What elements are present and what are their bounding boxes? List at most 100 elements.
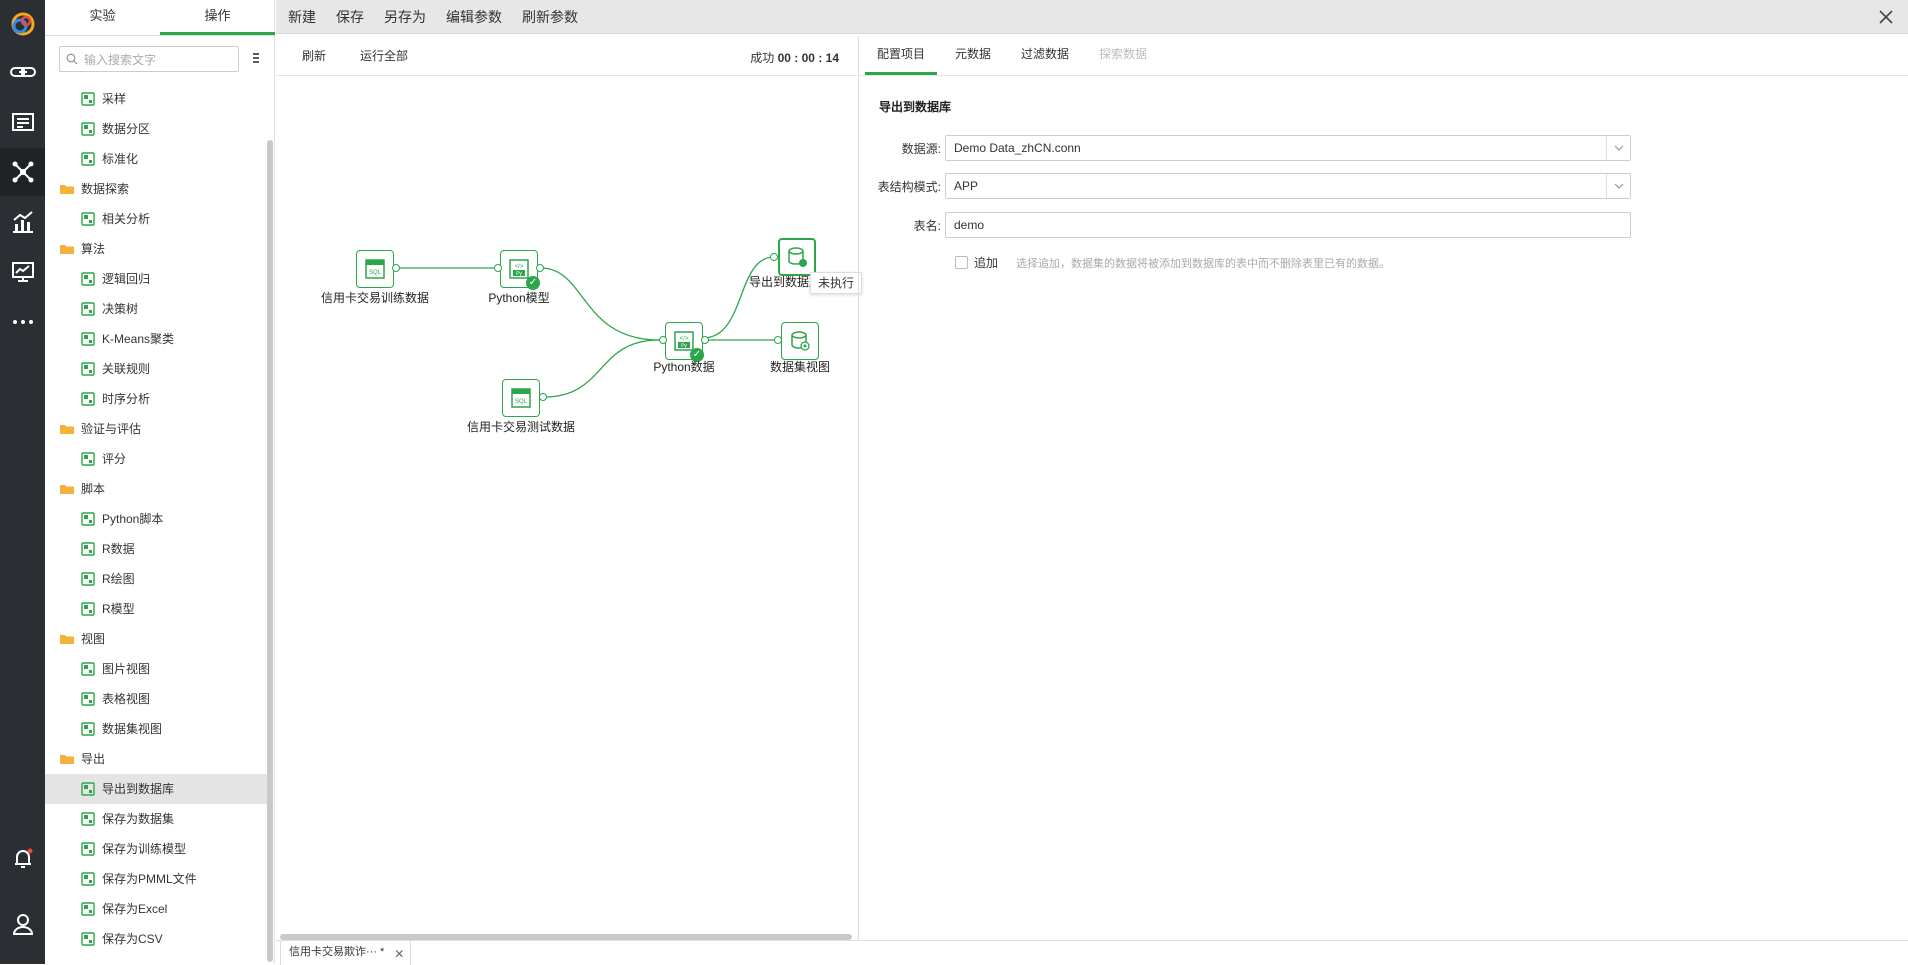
- tree-label: 导出到数据库: [102, 782, 175, 796]
- tree-item[interactable]: R数据: [45, 534, 267, 564]
- port-out[interactable]: [392, 264, 400, 272]
- datasource-select[interactable]: Demo Data_zhCN.conn: [945, 135, 1631, 161]
- tree-item[interactable]: 逻辑回归: [45, 264, 267, 294]
- tab-filter-data[interactable]: 过滤数据: [1009, 36, 1081, 75]
- document-tabs: 信用卡交易欺诈··· * ✕: [276, 940, 1908, 965]
- menu-save-as[interactable]: 另存为: [384, 7, 426, 27]
- tree-item[interactable]: R模型: [45, 594, 267, 624]
- rail-more[interactable]: [0, 298, 45, 346]
- tree-item[interactable]: 时序分析: [45, 384, 267, 414]
- document-tab[interactable]: 信用卡交易欺诈··· * ✕: [280, 941, 412, 965]
- tree-item[interactable]: 保存为训练模型: [45, 834, 267, 864]
- close-icon[interactable]: [1876, 7, 1896, 27]
- flow-canvas[interactable]: SQL 信用卡交易训练数据 </> Py ✓ Python模型 SQL 信用卡交易…: [276, 77, 862, 937]
- tree-item[interactable]: 标准化: [45, 144, 267, 174]
- svg-text:</>: </>: [515, 264, 524, 270]
- tree-category[interactable]: 导出: [45, 744, 267, 774]
- port-in[interactable]: [494, 264, 502, 272]
- tree-category[interactable]: 视图: [45, 624, 267, 654]
- partition-icon: [81, 122, 95, 136]
- search-input[interactable]: 输入搜索文字: [59, 46, 239, 72]
- rail-analysis[interactable]: [0, 198, 45, 246]
- folder-icon: [60, 755, 74, 764]
- tree-item[interactable]: 决策树: [45, 294, 267, 324]
- folder-icon: [60, 185, 74, 194]
- rail-report[interactable]: [0, 98, 45, 146]
- tree-item[interactable]: K-Means聚类: [45, 324, 267, 354]
- table-name-input[interactable]: demo: [945, 212, 1631, 238]
- tree-item[interactable]: 数据分区: [45, 114, 267, 144]
- schema-row: 表结构模式: APP: [859, 173, 1631, 199]
- app-logo[interactable]: [0, 0, 45, 48]
- node-export-db[interactable]: [778, 238, 816, 276]
- list-menu-icon[interactable]: [250, 50, 262, 66]
- tree-item[interactable]: 相关分析: [45, 204, 267, 234]
- tree-item[interactable]: 关联规则: [45, 354, 267, 384]
- tree-item[interactable]: 保存为CSV: [45, 924, 267, 954]
- tree-label: 数据探索: [81, 182, 130, 196]
- port-out[interactable]: [701, 336, 709, 344]
- tree-category[interactable]: 脚本: [45, 474, 267, 504]
- tree-item[interactable]: 图片视图: [45, 654, 267, 684]
- menu-save[interactable]: 保存: [336, 7, 364, 27]
- search-icon: [66, 53, 78, 65]
- svg-text:Py: Py: [516, 271, 522, 277]
- tab-config[interactable]: 配置项目: [865, 36, 938, 75]
- close-tab-icon[interactable]: ✕: [394, 943, 404, 965]
- run-all-button[interactable]: 运行全部: [360, 47, 408, 64]
- port-in[interactable]: [659, 336, 667, 344]
- menu-new[interactable]: 新建: [288, 7, 316, 27]
- app-rail: [0, 0, 45, 964]
- tree-item[interactable]: 数据集视图: [45, 714, 267, 744]
- node-train-data[interactable]: SQL: [356, 250, 394, 288]
- rail-user[interactable]: [0, 900, 45, 948]
- panel-scrollbar[interactable]: [267, 140, 273, 962]
- append-hint: 选择追加，数据集的数据将被添加到数据库的表中而不删除表里已有的数据。: [1016, 257, 1391, 270]
- tree-item[interactable]: 保存为数据集: [45, 804, 267, 834]
- node-dataset-view[interactable]: [781, 322, 819, 360]
- port-in[interactable]: [774, 336, 782, 344]
- tree-label: 导出: [81, 752, 106, 766]
- tree-item[interactable]: Python脚本: [45, 504, 267, 534]
- svg-text:</>: </>: [680, 336, 689, 342]
- port-out[interactable]: [539, 393, 547, 401]
- tree-category[interactable]: 验证与评估: [45, 414, 267, 444]
- tab-metadata[interactable]: 元数据: [943, 36, 1003, 75]
- tree-item[interactable]: 评分: [45, 444, 267, 474]
- refresh-button[interactable]: 刷新: [302, 47, 326, 64]
- rail-monitor[interactable]: [0, 248, 45, 296]
- network-icon: [12, 161, 33, 183]
- kmeans-icon: [81, 332, 95, 346]
- chevron-down-icon[interactable]: [1606, 136, 1630, 160]
- tree-item[interactable]: 采样: [45, 84, 267, 114]
- tab-operations[interactable]: 操作: [160, 0, 275, 35]
- tree-category[interactable]: 数据探索: [45, 174, 267, 204]
- properties-panel: 配置项目 元数据 过滤数据 探索数据 导出到数据库 数据源: Demo Data…: [858, 36, 1908, 940]
- tree-item[interactable]: 保存为Excel: [45, 894, 267, 924]
- tree-category[interactable]: 算法: [45, 234, 267, 264]
- node-label: 数据集视图: [769, 360, 830, 374]
- table-view-icon: [81, 692, 95, 706]
- dataset-view-icon: [81, 722, 95, 736]
- tree-item[interactable]: 保存为PMML文件: [45, 864, 267, 894]
- node-test-data[interactable]: SQL: [502, 379, 540, 417]
- rail-notifications[interactable]: [0, 834, 45, 882]
- menu-edit-params[interactable]: 编辑参数: [446, 7, 502, 27]
- tree-label: 逻辑回归: [102, 272, 151, 286]
- tree-item[interactable]: 导出到数据库: [45, 774, 267, 804]
- rail-experiment[interactable]: [0, 148, 45, 196]
- tree-item[interactable]: 表格视图: [45, 684, 267, 714]
- panel-tabs: 实验 操作: [45, 0, 275, 36]
- port-out[interactable]: [536, 264, 544, 272]
- rail-link[interactable]: [0, 48, 45, 96]
- chevron-down-icon[interactable]: [1606, 174, 1630, 198]
- svg-text:SQL: SQL: [515, 399, 528, 405]
- decision-tree-icon: [81, 302, 95, 316]
- port-in[interactable]: [770, 253, 778, 261]
- append-checkbox[interactable]: [955, 256, 968, 269]
- menu-refresh-params[interactable]: 刷新参数: [522, 7, 578, 27]
- tab-experiment[interactable]: 实验: [45, 0, 160, 35]
- tree-item[interactable]: R绘图: [45, 564, 267, 594]
- folder-icon: [60, 425, 74, 434]
- schema-select[interactable]: APP: [945, 173, 1631, 199]
